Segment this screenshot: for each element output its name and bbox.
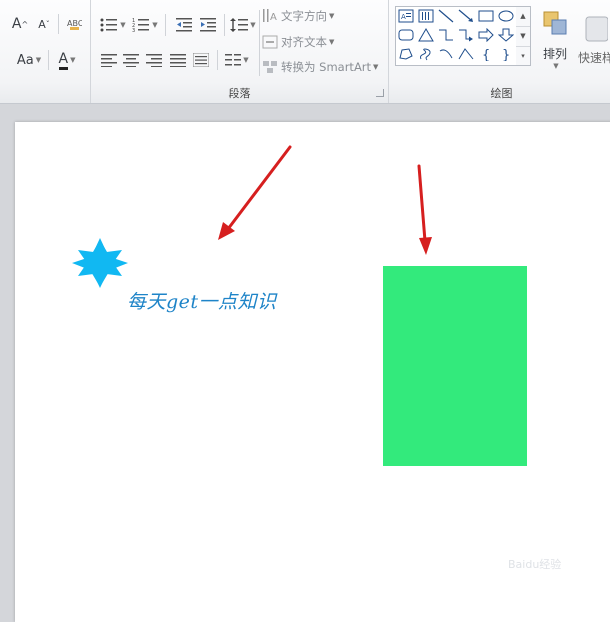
red-arrow-left[interactable]: [218, 145, 292, 240]
watermark-text: Baidu经验: [508, 558, 562, 571]
green-rectangle-shape[interactable]: [383, 266, 527, 466]
slide-caption-text[interactable]: 每天get一点知识: [127, 287, 277, 314]
red-arrow-right[interactable]: [417, 164, 432, 255]
